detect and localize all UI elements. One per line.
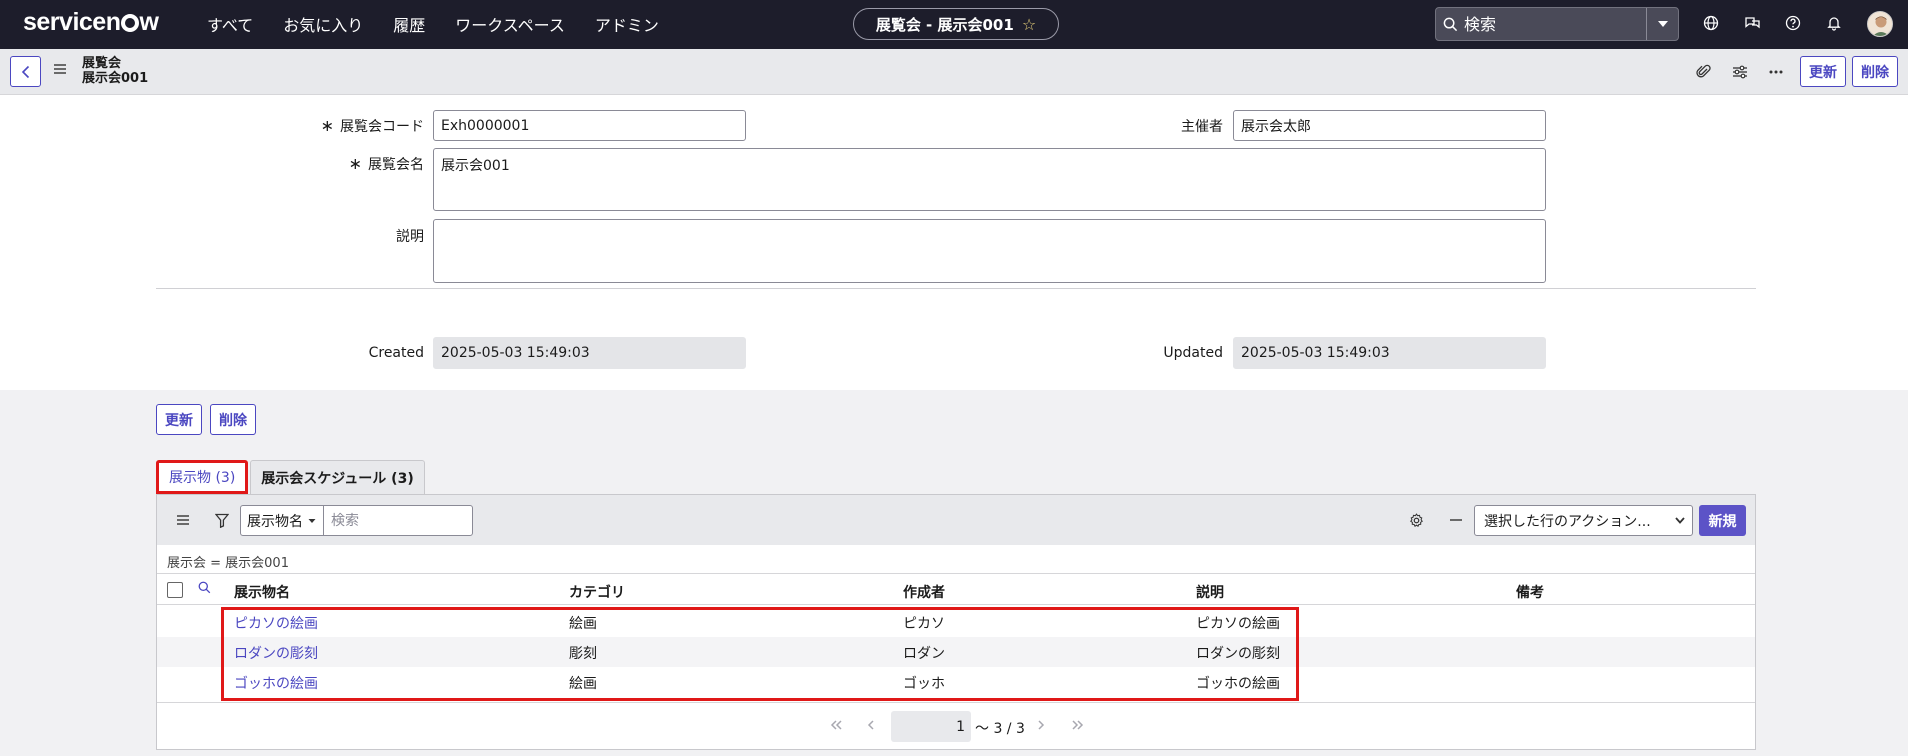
organizer-label: 主催者 — [1181, 119, 1223, 135]
related-list-tabs: 展示物 (3) 展示会スケジュール (3) — [156, 460, 425, 494]
paperclip-icon[interactable] — [1686, 56, 1722, 87]
column-header-name[interactable]: 展示物名 — [234, 582, 290, 602]
description-label: 説明 — [396, 229, 424, 245]
name-label: ∗ 展覧会名 — [348, 154, 424, 173]
highlight-box — [221, 607, 1299, 701]
column-header-author[interactable]: 作成者 — [903, 582, 945, 602]
nav-favorites[interactable]: お気に入り — [283, 12, 363, 36]
form-title-record: 展示会001 — [82, 71, 149, 86]
updated-field: 2025-05-03 15:49:03 — [1233, 337, 1546, 369]
last-page-icon[interactable] — [1071, 719, 1085, 733]
required-mark: ∗ — [320, 116, 334, 135]
next-page-icon[interactable] — [1037, 719, 1045, 733]
chat-icon[interactable] — [1741, 12, 1763, 34]
description-field[interactable] — [433, 219, 1546, 283]
select-all-checkbox[interactable] — [167, 582, 183, 598]
row-action-select[interactable]: 選択した行のアクション... — [1474, 505, 1693, 536]
filter-icon[interactable] — [211, 509, 233, 531]
row-action-select-value: 選択した行のアクション... — [1484, 513, 1651, 530]
search-icon — [1436, 7, 1464, 41]
bottom-update-button[interactable]: 更新 — [156, 404, 202, 435]
code-field[interactable]: Exh0000001 — [433, 110, 746, 141]
user-avatar[interactable] — [1867, 11, 1893, 37]
required-mark: ∗ — [348, 154, 362, 173]
list-toolbar: 展示物名 選択した行のアクション... 新規 — [157, 495, 1755, 545]
form-divider — [156, 288, 1756, 289]
list-menu-icon[interactable] — [172, 509, 194, 531]
back-button[interactable] — [10, 56, 41, 87]
form-body: ∗ 展覧会コード Exh0000001 主催者 展示会太郎 ∗ 展覧会名 展示会00… — [0, 95, 1908, 390]
chevron-left-icon — [21, 65, 29, 78]
nav-all[interactable]: すべて — [207, 12, 253, 36]
list-pagination: 1 〜 3 / 3 — [157, 702, 1755, 750]
list-search-input[interactable] — [323, 505, 473, 536]
name-field[interactable]: 展示会001 — [433, 148, 1546, 211]
list-breadcrumb[interactable]: 展示会 = 展示会001 — [167, 552, 289, 571]
nav-admin[interactable]: アドミン — [595, 12, 659, 36]
column-header-description[interactable]: 説明 — [1196, 582, 1224, 602]
code-label: ∗ 展覧会コード — [320, 116, 424, 135]
search-field-select[interactable]: 展示物名 — [240, 505, 324, 536]
context-menu-icon[interactable] — [53, 63, 67, 79]
sliders-icon[interactable] — [1722, 56, 1758, 87]
tab-schedule[interactable]: 展示会スケジュール (3) — [250, 460, 425, 494]
form-title-table: 展覧会 — [82, 56, 122, 71]
exhibits-list-panel: 展示物名 選択した行のアクション... 新規 展示会 = 展示会001 展示物名… — [156, 494, 1756, 750]
bell-icon[interactable] — [1823, 12, 1845, 34]
global-search-input[interactable] — [1464, 14, 1634, 34]
form-header: 展覧会 展示会001 更新 削除 — [0, 49, 1908, 95]
caret-down-icon — [308, 518, 316, 523]
star-icon[interactable]: ☆ — [1022, 15, 1036, 34]
help-icon[interactable] — [1782, 12, 1804, 34]
search-field-select-value: 展示物名 — [247, 513, 303, 530]
header-actions: 更新 削除 — [1686, 56, 1898, 87]
updated-label: Updated — [1163, 345, 1223, 361]
tab-exhibits[interactable]: 展示物 (3) — [156, 460, 249, 494]
header-update-button[interactable]: 更新 — [1800, 56, 1846, 87]
prev-page-icon[interactable] — [867, 719, 875, 733]
column-header-category[interactable]: カテゴリ — [569, 582, 625, 602]
page-number-input[interactable]: 1 — [891, 711, 971, 742]
global-search — [1435, 7, 1679, 41]
globe-icon[interactable] — [1700, 12, 1722, 34]
organizer-field[interactable]: 展示会太郎 — [1233, 110, 1546, 141]
nav-workspace[interactable]: ワークスペース — [455, 12, 565, 36]
nav-icons — [1700, 12, 1845, 34]
list-header-row: 展示物名 カテゴリ 作成者 説明 備考 — [157, 573, 1755, 605]
form-title: 展覧会 展示会001 — [82, 56, 148, 86]
first-page-icon[interactable] — [829, 719, 843, 733]
collapse-icon[interactable] — [1445, 509, 1467, 531]
more-options-icon[interactable] — [1758, 56, 1794, 87]
column-search-icon[interactable] — [198, 581, 211, 598]
nav-menu: すべて お気に入り 履歴 ワークスペース アドミン — [207, 12, 689, 36]
column-header-note[interactable]: 備考 — [1516, 582, 1544, 602]
top-nav: servicen w すべて お気に入り 履歴 ワークスペース アドミン 展覧会 … — [0, 0, 1908, 49]
created-field: 2025-05-03 15:49:03 — [433, 337, 746, 369]
created-label: Created — [368, 345, 424, 361]
servicenow-logo[interactable]: servicen w — [23, 8, 159, 37]
record-title-pill[interactable]: 展覧会 - 展示会001 ☆ — [853, 8, 1059, 40]
new-button[interactable]: 新規 — [1699, 505, 1746, 536]
search-dropdown-icon[interactable] — [1646, 8, 1678, 40]
bottom-delete-button[interactable]: 削除 — [210, 404, 256, 435]
nav-history[interactable]: 履歴 — [393, 12, 425, 36]
gear-icon[interactable] — [1405, 509, 1427, 531]
header-delete-button[interactable]: 削除 — [1852, 56, 1898, 87]
page-count-text: 〜 3 / 3 — [975, 721, 1025, 737]
record-title: 展覧会 - 展示会001 — [875, 15, 1014, 34]
chevron-down-icon — [1675, 517, 1685, 524]
